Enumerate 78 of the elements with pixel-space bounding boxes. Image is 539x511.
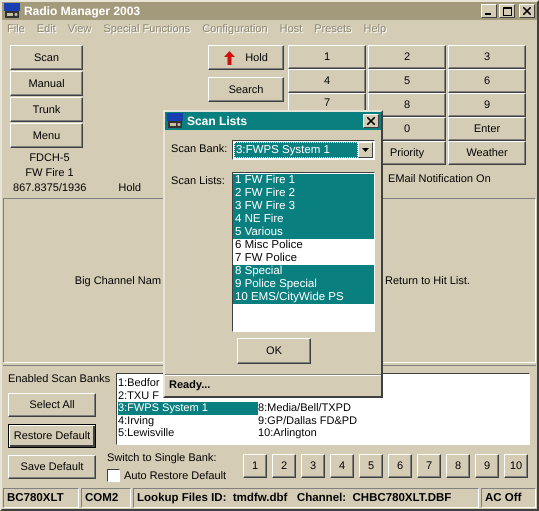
arrow-up-icon bbox=[224, 50, 236, 64]
scan-list-item[interactable]: 1 FW Fire 1 bbox=[233, 174, 374, 187]
mode-button[interactable]: Menu bbox=[10, 123, 83, 148]
window-title: Radio Manager 2003 bbox=[24, 4, 140, 18]
scan-lists-label: Scan Lists: bbox=[171, 174, 226, 189]
mode-button[interactable]: Scan bbox=[10, 45, 83, 70]
maximize-button[interactable] bbox=[499, 4, 515, 18]
status-panel: AC Off bbox=[481, 488, 536, 508]
bank-number-button[interactable]: 4 bbox=[330, 454, 354, 478]
scan-list-item[interactable]: 6 Misc Police bbox=[233, 239, 374, 252]
scan-list-item[interactable]: 5 Various bbox=[233, 226, 374, 239]
bank-number-button[interactable]: 5 bbox=[359, 454, 383, 478]
close-button[interactable] bbox=[519, 4, 535, 18]
channel-tag: FDCH-5 bbox=[2, 151, 97, 166]
bank-action-button[interactable]: Select All bbox=[8, 393, 96, 417]
status-panel: Lookup Files ID: tmdfw.dbf Channel: CHBC780XLT.DBF bbox=[133, 488, 479, 508]
dialog-title: Scan Lists bbox=[187, 114, 248, 128]
caret-icon bbox=[362, 148, 369, 152]
scan-list-item[interactable]: 3 FW Fire 3 bbox=[233, 200, 374, 213]
single-bank-label: Switch to Single Bank: bbox=[107, 451, 218, 465]
bank-item[interactable]: 5:Lewisville bbox=[118, 427, 258, 440]
close-icon bbox=[523, 7, 531, 15]
dialog-status: Ready... bbox=[169, 379, 210, 391]
maximize-icon bbox=[502, 6, 512, 16]
channel-name-display: Big Channel Nam bbox=[74, 274, 161, 286]
keypad-button[interactable]: 4 bbox=[288, 69, 366, 93]
email-status: EMail Notification On bbox=[388, 173, 492, 185]
keypad-button[interactable]: 8 bbox=[368, 93, 446, 117]
keypad-button[interactable]: 5 bbox=[368, 69, 446, 93]
hold-button[interactable]: Hold bbox=[208, 45, 284, 70]
keypad-button[interactable]: 1 bbox=[288, 45, 366, 69]
keypad-button[interactable]: 2 bbox=[368, 45, 446, 69]
mode-button[interactable]: Manual bbox=[10, 71, 83, 96]
minimize-button[interactable] bbox=[481, 4, 497, 18]
bank-action-button[interactable]: Restore Default bbox=[8, 424, 96, 448]
keypad-button[interactable]: 9 bbox=[448, 93, 526, 117]
bank-number-button[interactable]: 8 bbox=[446, 454, 470, 478]
close-icon bbox=[367, 117, 375, 125]
scan-list-item[interactable]: 10 EMS/CityWide PS bbox=[233, 291, 374, 304]
radio-icon bbox=[167, 113, 183, 129]
bank-item[interactable]: 3:FWPS System 1 bbox=[118, 402, 258, 415]
mode-text: Hold bbox=[118, 181, 142, 196]
bank-item[interactable]: 10:Arlington bbox=[258, 427, 398, 440]
radio-icon bbox=[4, 3, 20, 19]
ok-button[interactable]: OK bbox=[237, 338, 311, 364]
scan-bank-label: Scan Bank: bbox=[171, 142, 228, 157]
bank-number-button[interactable]: 9 bbox=[475, 454, 499, 478]
bank-number-button[interactable]: 6 bbox=[388, 454, 412, 478]
scan-list-item[interactable]: 8 Special bbox=[233, 265, 374, 278]
dropdown-button[interactable] bbox=[358, 142, 373, 158]
close-button[interactable] bbox=[363, 114, 379, 128]
status-panel: COM2 bbox=[81, 488, 131, 508]
keypad-button[interactable]: Enter bbox=[448, 117, 526, 141]
bank-number-button[interactable]: 2 bbox=[272, 454, 296, 478]
checkbox[interactable] bbox=[107, 469, 120, 482]
scan-list-item[interactable]: 9 Police Special bbox=[233, 278, 374, 291]
channel-name: FW Fire 1 bbox=[24, 166, 75, 181]
bank-number-button[interactable]: 7 bbox=[417, 454, 441, 478]
bank-item[interactable]: 8:Media/Bell/TXPD bbox=[258, 402, 398, 415]
bank-item[interactable]: 4:Irving bbox=[118, 414, 258, 428]
bank-number-button[interactable]: 10 bbox=[504, 454, 528, 478]
search-button[interactable]: Search bbox=[208, 77, 284, 102]
scan-list-item[interactable]: 2 FW Fire 2 bbox=[233, 187, 374, 200]
auto-restore-label: Auto Restore Default bbox=[124, 470, 226, 482]
scan-bank-dropdown[interactable]: 3:FWPS System 1 bbox=[232, 140, 375, 160]
bank-number-button[interactable]: 1 bbox=[243, 454, 267, 478]
scan-list-item[interactable]: 7 FW Police bbox=[233, 252, 374, 265]
bank-action-button[interactable]: Save Default bbox=[8, 455, 96, 479]
bank-number-button[interactable]: 3 bbox=[301, 454, 325, 478]
keypad-button[interactable]: 6 bbox=[448, 69, 526, 93]
mode-button[interactable]: Trunk bbox=[10, 97, 83, 122]
status-panel: BC780XLT bbox=[3, 488, 79, 508]
frequency-text: 867.8375/1936 bbox=[13, 181, 86, 196]
hit-list-text: Return to Hit List. bbox=[384, 274, 471, 286]
keypad-button[interactable]: Weather bbox=[448, 141, 526, 165]
scan-list-item[interactable]: 4 NE Fire bbox=[233, 213, 374, 226]
bank-item[interactable]: 9:GP/Dallas FD&PD bbox=[258, 414, 398, 428]
keypad-button[interactable]: 3 bbox=[448, 45, 526, 69]
